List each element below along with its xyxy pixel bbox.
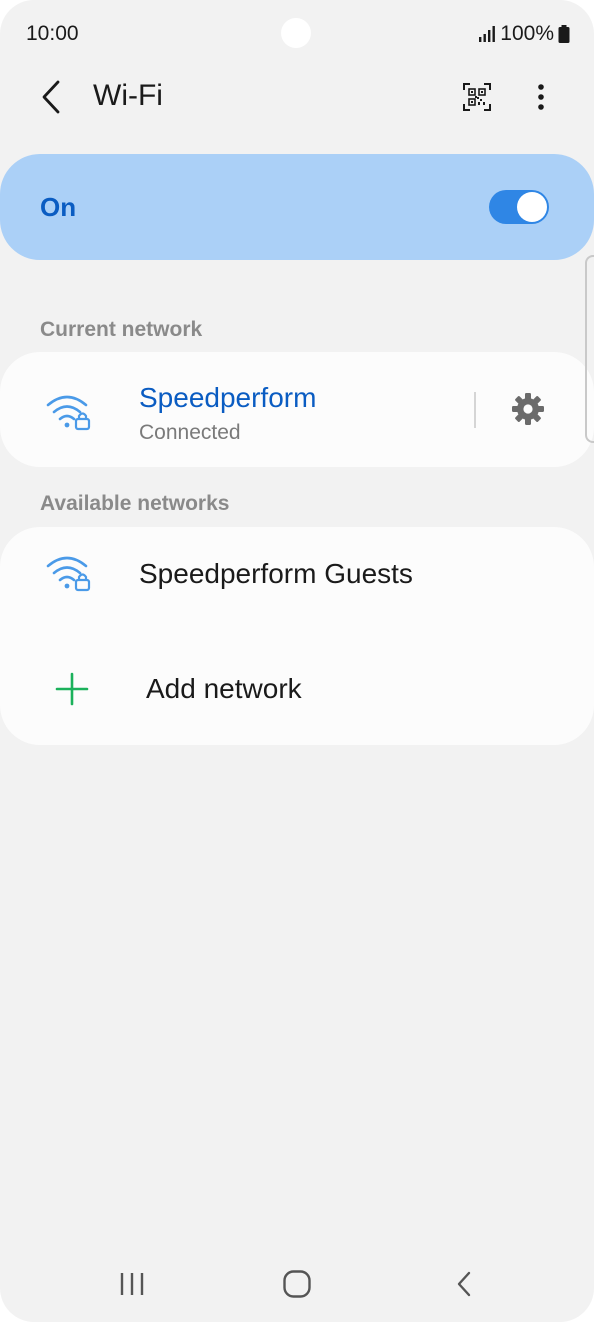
qr-scan-button[interactable] (456, 76, 498, 118)
back-nav-button[interactable] (434, 1262, 494, 1306)
phone-screen: 10:00 100% Wi-Fi On Current network Spee… (0, 0, 594, 1322)
master-switch-label: On (40, 192, 77, 222)
current-network-header: Current network (40, 318, 203, 341)
available-networks-card: Speedperform Guests Add network (0, 527, 594, 745)
home-button[interactable] (267, 1262, 327, 1306)
status-bar: 10:00 100% (0, 0, 594, 70)
more-options-button[interactable] (520, 76, 562, 118)
wifi-toggle-switch[interactable] (489, 190, 549, 224)
network-name: Speedperform Guests (139, 558, 413, 589)
current-network-name: Speedperform (139, 382, 317, 413)
back-arrow-icon (457, 1271, 471, 1297)
status-right: 100% (478, 22, 570, 46)
home-icon (283, 1270, 311, 1298)
more-vertical-icon (538, 84, 544, 110)
current-network-status: Connected (139, 421, 241, 444)
recent-apps-icon (120, 1273, 144, 1295)
back-button[interactable] (28, 74, 74, 120)
add-network-label: Add network (146, 673, 302, 704)
chevron-left-icon (42, 80, 60, 114)
gear-icon (512, 393, 544, 425)
current-network-card: Speedperform Connected (0, 352, 594, 467)
wifi-lock-icon (46, 556, 91, 592)
network-settings-button[interactable] (504, 385, 552, 433)
toggle-thumb (517, 192, 547, 222)
divider (474, 392, 476, 428)
app-bar: Wi-Fi (0, 62, 594, 132)
plus-icon (55, 672, 89, 706)
status-time: 10:00 (26, 22, 79, 45)
battery-percent: 100% (500, 22, 554, 45)
navigation-bar (0, 1246, 594, 1322)
add-network-button[interactable]: Add network (0, 644, 594, 734)
signal-icon (479, 26, 496, 42)
edge-panel-handle[interactable] (585, 255, 594, 443)
wifi-lock-icon (46, 395, 91, 431)
front-camera (281, 18, 311, 48)
page-title: Wi-Fi (93, 79, 163, 112)
network-item-speedperform-guests[interactable]: Speedperform Guests (0, 527, 594, 627)
battery-icon (558, 25, 570, 43)
current-network-item[interactable]: Speedperform Connected (0, 352, 470, 467)
available-networks-header: Available networks (40, 492, 230, 515)
recent-apps-button[interactable] (102, 1262, 162, 1306)
qr-code-scan-icon (463, 83, 491, 111)
